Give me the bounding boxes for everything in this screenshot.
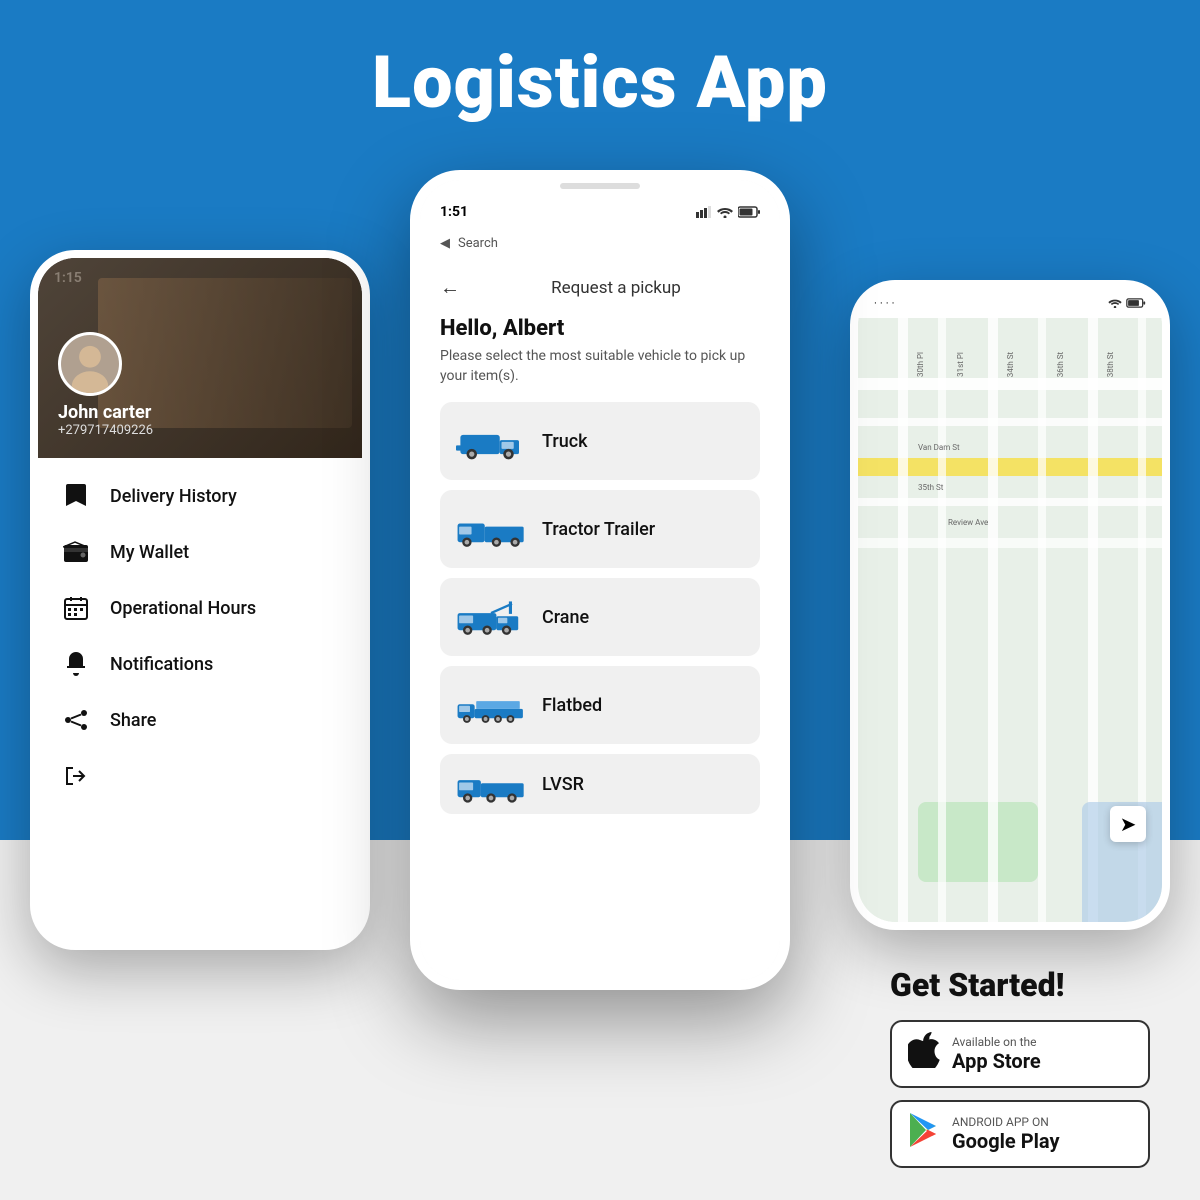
screen-title: Request a pickup bbox=[472, 278, 760, 298]
app-store-big: App Store bbox=[952, 1049, 1041, 1073]
vehicle-item-lvsr[interactable]: LVSR bbox=[440, 754, 760, 814]
logout-icon bbox=[62, 762, 90, 790]
flatbed-icon bbox=[456, 680, 526, 730]
search-bar: ◀ Search bbox=[420, 232, 780, 259]
search-label: Search bbox=[458, 236, 498, 251]
lvsr-icon bbox=[456, 759, 526, 809]
background: Logistics App 1:15 bbox=[0, 0, 1200, 1200]
center-phone: 1:51 ◀ Search ← Request a pickup bbox=[410, 170, 790, 990]
app-store-small: Available on the bbox=[952, 1035, 1041, 1049]
map-dots: ···· bbox=[874, 297, 898, 310]
vehicle-item-truck[interactable]: Truck bbox=[440, 402, 760, 480]
calendar-icon bbox=[62, 594, 90, 622]
status-icons bbox=[696, 206, 760, 218]
google-play-icon bbox=[908, 1112, 940, 1156]
right-phone: ···· bbox=[850, 280, 1170, 930]
sidebar-item-logout[interactable] bbox=[38, 748, 362, 804]
back-chevron-icon: ◀ bbox=[440, 236, 450, 251]
greeting: Hello, Albert bbox=[440, 316, 760, 341]
flatbed-label: Flatbed bbox=[542, 695, 602, 716]
truck-label: Truck bbox=[542, 431, 588, 452]
left-phone: 1:15 John carter +2797174 bbox=[30, 250, 370, 950]
page-title: Logistics App bbox=[0, 0, 1200, 125]
center-phone-time: 1:51 bbox=[440, 204, 468, 220]
sidebar-item-delivery-history[interactable]: Delivery History bbox=[38, 468, 362, 524]
sidebar-item-notifications[interactable]: Notifications bbox=[38, 636, 362, 692]
wallet-icon bbox=[62, 538, 90, 566]
sidebar-item-my-wallet[interactable]: My Wallet bbox=[38, 524, 362, 580]
tractor-trailer-icon bbox=[456, 504, 526, 554]
back-arrow-icon[interactable]: ← bbox=[440, 275, 460, 300]
map-view: ➤ 30th Pl 31st Pl 34th St 36th St 38th S… bbox=[858, 318, 1162, 922]
map-status-bar: ···· bbox=[858, 288, 1162, 318]
operational-hours-label: Operational Hours bbox=[110, 598, 256, 619]
tractor-trailer-label: Tractor Trailer bbox=[542, 519, 655, 540]
truck-icon bbox=[456, 416, 526, 466]
sidebar-menu: Delivery History My Wallet O bbox=[38, 458, 362, 814]
google-play-text: ANDROID APP ON Google Play bbox=[952, 1115, 1060, 1153]
status-bar: 1:51 bbox=[420, 192, 780, 232]
share-label: Share bbox=[110, 710, 156, 731]
bell-icon bbox=[62, 650, 90, 678]
pickup-header: ← Request a pickup bbox=[440, 275, 760, 300]
user-phone: +279717409226 bbox=[58, 423, 153, 438]
crane-label: Crane bbox=[542, 607, 589, 628]
lvsr-label: LVSR bbox=[542, 774, 584, 795]
phones-container: 1:15 John carter +2797174 bbox=[0, 150, 1200, 1050]
sidebar-item-operational-hours[interactable]: Operational Hours bbox=[38, 580, 362, 636]
share-icon bbox=[62, 706, 90, 734]
google-play-button[interactable]: ANDROID APP ON Google Play bbox=[890, 1100, 1150, 1168]
app-store-button[interactable]: Available on the App Store bbox=[890, 1020, 1150, 1088]
vehicle-item-tractor-trailer[interactable]: Tractor Trailer bbox=[440, 490, 760, 568]
instruction: Please select the most suitable vehicle … bbox=[440, 347, 760, 386]
app-store-text: Available on the App Store bbox=[952, 1035, 1041, 1073]
apple-icon bbox=[908, 1032, 940, 1076]
bookmark-icon bbox=[62, 482, 90, 510]
vehicle-item-crane[interactable]: Crane bbox=[440, 578, 760, 656]
avatar bbox=[58, 332, 122, 396]
sidebar-item-share[interactable]: Share bbox=[38, 692, 362, 748]
delivery-history-label: Delivery History bbox=[110, 486, 237, 507]
vehicle-list: Truck bbox=[440, 402, 760, 814]
get-started-heading: Get Started! bbox=[890, 966, 1150, 1004]
my-wallet-label: My Wallet bbox=[110, 542, 189, 563]
compass-button[interactable]: ➤ bbox=[1110, 806, 1146, 842]
google-play-big: Google Play bbox=[952, 1129, 1060, 1153]
phone-content: ← Request a pickup Hello, Albert Please … bbox=[420, 259, 780, 979]
crane-truck-icon bbox=[456, 592, 526, 642]
user-name: John carter bbox=[58, 402, 151, 423]
cta-section: Get Started! Available on the App Store bbox=[870, 946, 1170, 1200]
vehicle-item-flatbed[interactable]: Flatbed bbox=[440, 666, 760, 744]
notifications-label: Notifications bbox=[110, 654, 213, 675]
google-play-small: ANDROID APP ON bbox=[952, 1115, 1060, 1129]
